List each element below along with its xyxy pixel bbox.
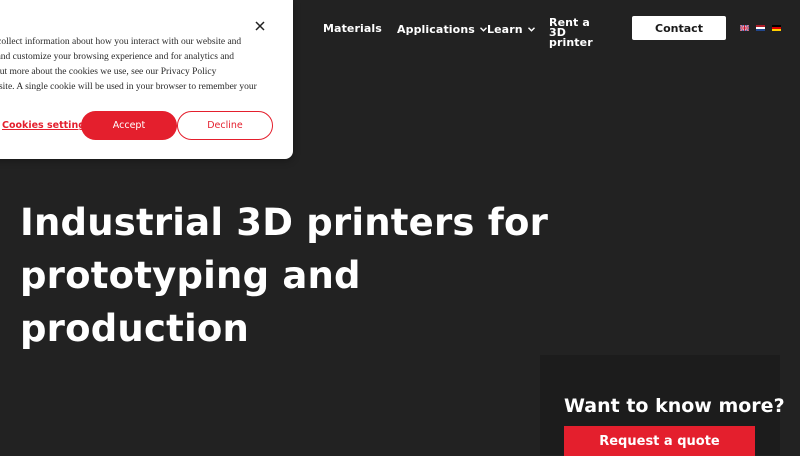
nav-applications-label: Applications xyxy=(397,23,475,36)
close-icon[interactable] xyxy=(253,19,267,33)
nl-flag-icon[interactable] xyxy=(756,25,765,31)
cookie-message-line: o collect information about how you inte… xyxy=(0,37,242,47)
contact-button[interactable]: Contact xyxy=(632,16,726,40)
nav-learn[interactable]: Learn xyxy=(487,22,535,36)
nav-rent-label: Rent a 3D printer xyxy=(549,16,593,49)
nav-materials[interactable]: Materials xyxy=(323,22,382,35)
nav-learn-label: Learn xyxy=(487,23,523,36)
nav-applications[interactable]: Applications xyxy=(397,22,487,36)
cookie-banner: o collect information about how you inte… xyxy=(0,0,293,159)
chevron-down-icon xyxy=(479,22,487,35)
de-flag-icon[interactable] xyxy=(772,25,781,31)
hero-title-line-2: prototyping and production xyxy=(20,254,361,350)
cookie-message-line: ebsite. A single cookie will be used in … xyxy=(0,82,257,92)
chevron-down-icon xyxy=(527,22,535,35)
hero-title: Industrial 3D printers for prototyping a… xyxy=(20,196,580,355)
hero-title-line-1: Industrial 3D printers for xyxy=(20,201,549,244)
cookies-settings-link[interactable]: Cookies settings xyxy=(2,120,91,131)
uk-flag-icon[interactable] xyxy=(740,25,749,31)
cta-title: Want to know more? xyxy=(564,395,785,417)
nav-rent-printer[interactable]: Rent a 3D printer xyxy=(549,16,603,49)
nav-materials-label: Materials xyxy=(323,22,382,35)
request-quote-button[interactable]: Request a quote xyxy=(564,426,755,456)
cookie-message-line: e and customize your browsing experience… xyxy=(0,52,235,62)
accept-button[interactable]: Accept xyxy=(81,111,177,140)
decline-button[interactable]: Decline xyxy=(177,111,273,140)
cookie-message: o collect information about how you inte… xyxy=(0,35,290,95)
cookie-message-line: l out more about the cookies we use, see… xyxy=(0,67,217,77)
